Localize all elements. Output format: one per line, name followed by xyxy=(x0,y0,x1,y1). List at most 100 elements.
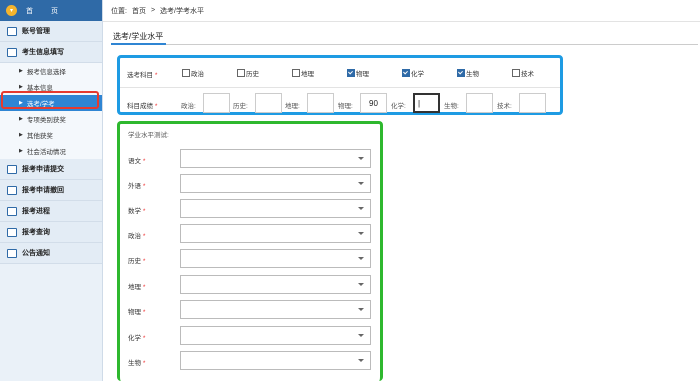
score-label-biology: 生物: xyxy=(444,103,459,110)
sidebar-item-label: 考生信息填写 xyxy=(22,49,64,56)
subject-checkbox-politics[interactable]: 政治 xyxy=(182,68,204,78)
main-content: 位置: 首页 > 选考/学考水平 选考/学业水平 选考科目 * 政治 历史 地理… xyxy=(103,0,700,381)
checkbox-checked[interactable] xyxy=(457,69,465,77)
sidebar-subitem-label: 报考信息选择 xyxy=(26,69,66,76)
level-label-math: 数学 * xyxy=(128,205,145,215)
submit-icon xyxy=(7,164,17,174)
level-label-text: 数学 xyxy=(128,208,141,215)
chevron-down-icon xyxy=(358,283,364,286)
level-label-geography: 地理 * xyxy=(128,281,145,291)
checkbox[interactable] xyxy=(512,69,520,77)
edit-icon xyxy=(7,47,17,57)
sidebar-subitem-label: 社会活动情况 xyxy=(26,149,66,156)
query-icon xyxy=(7,227,17,237)
sidebar-subitem-label: 其他获奖 xyxy=(26,133,53,140)
checkbox[interactable] xyxy=(237,69,245,77)
score-input-history[interactable] xyxy=(255,93,282,113)
level-select-biology[interactable] xyxy=(180,351,371,370)
arrow-right-icon: ▶ xyxy=(19,84,23,90)
score-label-politics: 政治: xyxy=(181,103,196,110)
level-label-biology: 生物 * xyxy=(128,357,145,367)
sidebar: ▾ 首 页 账号管理 考生信息填写 ▶ 报考信息选择 ▶ 基本信息 ▶ 选考/学… xyxy=(0,0,103,381)
chevron-down-icon xyxy=(358,157,364,160)
sidebar-item-label: 账号管理 xyxy=(22,28,50,35)
score-input-technology[interactable] xyxy=(519,93,546,113)
chevron-down-icon xyxy=(358,334,364,337)
sidebar-item-label: 报考查询 xyxy=(22,229,50,236)
chevron-down-icon xyxy=(358,207,364,210)
subject-checkbox-biology[interactable]: 生物 xyxy=(457,68,479,78)
sidebar-item-label: 报考申请撤回 xyxy=(22,187,64,194)
sidebar-item-progress[interactable]: 报考进程 xyxy=(0,201,102,222)
subject-checkbox-technology[interactable]: 技术 xyxy=(512,68,534,78)
sidebar-item-fill-info[interactable]: 考生信息填写 xyxy=(0,42,102,63)
checkbox-label: 历史 xyxy=(246,71,259,78)
required-mark: * xyxy=(142,360,146,367)
level-select-geography[interactable] xyxy=(180,275,371,294)
score-input-biology[interactable] xyxy=(466,93,493,113)
level-select-chinese[interactable] xyxy=(180,149,371,168)
sidebar-subitem-other-awards[interactable]: ▶ 其他获奖 xyxy=(0,127,102,143)
subject-checkbox-physics[interactable]: 物理 xyxy=(347,68,369,78)
level-label-chemistry: 化学 * xyxy=(128,332,145,342)
title-divider xyxy=(111,44,698,45)
subject-checkbox-geography[interactable]: 地理 xyxy=(292,68,314,78)
chevron-down-icon xyxy=(358,359,364,362)
score-input-physics[interactable]: 90 xyxy=(360,93,387,113)
checkbox-label: 生物 xyxy=(466,71,479,78)
level-select-physics[interactable] xyxy=(180,300,371,319)
level-label-chinese: 语文 * xyxy=(128,155,145,165)
sidebar-item-notice[interactable]: 公告通知 xyxy=(0,243,102,264)
breadcrumb-current: 选考/学考水平 xyxy=(160,7,204,15)
subject-checkbox-history[interactable]: 历史 xyxy=(237,68,259,78)
score-label-history: 历史: xyxy=(233,103,248,110)
score-label-geography: 地理: xyxy=(285,103,300,110)
level-label-text: 物理 xyxy=(128,309,141,316)
required-mark: * xyxy=(142,183,146,190)
sidebar-item-submit[interactable]: 报考申请提交 xyxy=(0,159,102,180)
level-select-math[interactable] xyxy=(180,199,371,218)
score-input-chemistry[interactable]: | xyxy=(413,93,440,113)
score-input-politics[interactable] xyxy=(203,93,230,113)
home-bar[interactable]: ▾ 首 页 xyxy=(0,0,102,21)
arrow-right-icon: ▶ xyxy=(19,68,23,74)
chevron-down-icon xyxy=(358,257,364,260)
level-select-politics[interactable] xyxy=(180,224,371,243)
progress-icon xyxy=(7,206,17,216)
sidebar-subitem-apply-choice[interactable]: ▶ 报考信息选择 xyxy=(0,63,102,79)
level-select-chemistry[interactable] xyxy=(180,326,371,345)
sidebar-subitem-special-awards[interactable]: ▶ 专项类别获奖 xyxy=(0,111,102,127)
chevron-down-icon xyxy=(358,232,364,235)
scores-label: 科目成绩 * xyxy=(127,100,157,110)
required-mark: * xyxy=(154,72,158,79)
arrow-right-icon: ▶ xyxy=(19,116,23,122)
level-select-history[interactable] xyxy=(180,249,371,268)
checkbox[interactable] xyxy=(182,69,190,77)
checkbox-checked[interactable] xyxy=(402,69,410,77)
level-label-foreign: 外语 * xyxy=(128,180,145,190)
sidebar-item-query[interactable]: 报考查询 xyxy=(0,222,102,243)
level-label-text: 地理 xyxy=(128,284,141,291)
checkbox-label: 物理 xyxy=(356,71,369,78)
checkbox[interactable] xyxy=(292,69,300,77)
subject-checkbox-chemistry[interactable]: 化学 xyxy=(402,68,424,78)
checkbox-checked[interactable] xyxy=(347,69,355,77)
required-mark: * xyxy=(142,258,146,265)
withdraw-icon xyxy=(7,185,17,195)
breadcrumb-home-link[interactable]: 首页 xyxy=(132,6,146,16)
required-mark: * xyxy=(142,284,146,291)
sidebar-item-withdraw[interactable]: 报考申请撤回 xyxy=(0,180,102,201)
chevron-down-icon xyxy=(358,182,364,185)
arrow-right-icon: ▶ xyxy=(19,132,23,138)
required-mark: * xyxy=(142,309,146,316)
required-mark: * xyxy=(142,335,146,342)
required-mark: * xyxy=(142,158,146,165)
sidebar-item-account[interactable]: 账号管理 xyxy=(0,21,102,42)
level-select-foreign[interactable] xyxy=(180,174,371,193)
sidebar-subitem-social[interactable]: ▶ 社会活动情况 xyxy=(0,143,102,159)
level-label-text: 外语 xyxy=(128,183,141,190)
score-input-geography[interactable] xyxy=(307,93,334,113)
required-mark: * xyxy=(142,208,146,215)
checkbox-label: 化学 xyxy=(411,71,424,78)
checkbox-label: 技术 xyxy=(521,71,534,78)
